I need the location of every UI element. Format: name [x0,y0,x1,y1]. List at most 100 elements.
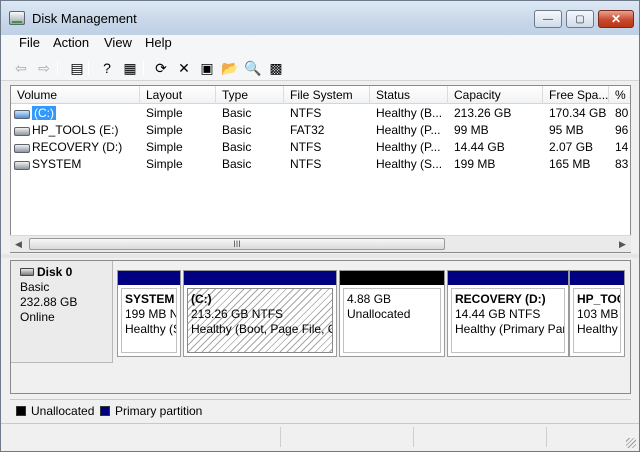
menu-bar: File Action View Help [1,35,639,55]
volume-fs-cell: NTFS [290,106,322,120]
disk-management-window: Disk Management — ▢ ✕ File Action View H… [0,0,640,452]
partition-size: 213.26 GB NTFS [191,307,284,321]
scrollbar-thumb[interactable]: III [29,238,445,250]
partition-details: (C:) 213.26 GB NTFS Healthy (Boot, Page Fi… [187,288,333,353]
volume-pct-cell: 14 [615,140,629,154]
horizontal-scrollbar[interactable]: ◀ III ▶ [10,235,631,252]
volume-icon [14,144,30,153]
legend-unallocated-swatch [16,406,26,416]
volume-layout-cell: Simple [146,106,183,120]
column-header-status[interactable]: Status [370,86,448,104]
partition-status: Healthy (Primary Partition) [455,322,564,336]
menu-help[interactable]: Help [145,35,172,50]
partition-size: 199 MB NTFS [125,307,176,321]
volume-name: RECOVERY (D:) [32,140,123,154]
pane-splitter[interactable] [1,254,639,258]
partition-block[interactable]: RECOVERY (D:) 14.44 GB NTFS Healthy (Prima… [447,270,569,357]
legend-primary-label: Primary partition [115,404,203,418]
search-icon[interactable]: 🔍 [243,58,263,78]
disk-0-info[interactable]: Disk 0 Basic 232.88 GB Online [11,261,113,363]
volume-free-cell: 170.34 GB [549,106,607,120]
back-arrow-icon: ⇦ [15,59,27,76]
volume-row[interactable]: RECOVERY (D:) Simple Basic NTFS Healthy (P..… [11,139,630,156]
partition-details: 4.88 GB Unallocated [343,288,441,353]
volume-free-cell: 2.07 GB [549,140,594,154]
column-header-file-system[interactable]: File System [284,86,370,104]
resize-grip[interactable] [626,438,636,448]
delete-icon[interactable]: ✕ [174,58,194,78]
properties-view-icon[interactable]: ▦ [120,58,140,78]
volume-pct-cell: 96 [615,123,629,137]
show-hide-console-tree-icon[interactable]: ▤ [67,58,87,78]
menu-file[interactable]: File [19,35,40,50]
toolbar-separator [88,60,89,76]
menu-action[interactable]: Action [53,35,89,50]
partition-name: SYSTEM [125,292,175,306]
disk-icon [20,268,34,276]
partition-status: Healthy (Primary Partition) [577,322,620,336]
volume-layout-cell: Simple [146,123,183,137]
column-header-type[interactable]: Type [216,86,284,104]
volume-capacity-cell: 14.44 GB [454,140,505,154]
properties-icon[interactable]: ▣ [197,58,217,78]
partition-status: Healthy (System, Active, Primary Partiti… [125,322,176,336]
partition-block[interactable]: (C:) 213.26 GB NTFS Healthy (Boot, Page Fi… [183,270,337,357]
volume-free-cell: 165 MB [549,157,591,171]
volume-icon [14,127,30,136]
minimize-button[interactable]: — [534,10,562,28]
scroll-right-arrow-icon[interactable]: ▶ [616,238,629,251]
volume-type-cell: Basic [222,123,252,137]
volume-status-cell: Healthy (S... [376,157,443,171]
volume-row[interactable]: SYSTEM Simple Basic NTFS Healthy (S... 199 MB… [11,156,630,173]
partition-details: SYSTEM199 MB NTFSHealthy (System, Active… [121,288,177,353]
volume-pct-cell: 83 [615,157,629,171]
partition-color-bar [184,271,336,285]
volume-status-cell: Healthy (B... [376,106,443,120]
volume-layout-cell: Simple [146,140,183,154]
column-header-volume[interactable]: Volume [11,86,140,104]
volume-pct-cell: 80 [615,106,629,120]
volume-icon [14,161,30,170]
column-header-free-space[interactable]: Free Spa... [543,86,609,104]
disk-size: 232.88 GB [20,295,78,309]
partition-block[interactable]: SYSTEM199 MB NTFSHealthy (System, Active… [117,270,181,357]
volume-name: (C:) [32,106,56,120]
scroll-left-arrow-icon[interactable]: ◀ [12,238,25,251]
refresh-icon[interactable]: ⟳ [151,58,171,78]
disk-type: Basic [20,280,50,294]
volume-name: HP_TOOLS (E:) [32,123,119,137]
partition-color-bar [448,271,568,285]
toolbar-separator [143,60,144,76]
close-button[interactable]: ✕ [598,10,634,28]
column-header-percent-free[interactable]: % F [609,86,630,104]
status-divider [280,427,281,447]
partition-size: 4.88 GB [347,292,392,306]
options-icon[interactable]: ▩ [266,58,286,78]
partition-unallocated[interactable]: 4.88 GB Unallocated [339,270,445,357]
help-icon[interactable]: ? [97,58,117,78]
partition-name: RECOVERY (D:) [455,292,546,306]
partition-size: 14.44 GB NTFS [455,307,541,321]
column-header-capacity[interactable]: Capacity [448,86,543,104]
forward-arrow-icon: ⇨ [38,59,50,76]
partition-status: Healthy (Boot, Page File, Crash Dump, Pr… [191,322,332,336]
volume-fs-cell: NTFS [290,140,322,154]
maximize-button[interactable]: ▢ [566,10,594,28]
volume-list: Volume Layout Type File System Status Ca… [10,85,631,253]
volume-row[interactable]: (C:) Simple Basic NTFS Healthy (B... 213.26 G… [11,105,630,122]
partition-details: RECOVERY (D:) 14.44 GB NTFS Healthy (Prima… [451,288,565,353]
partition-name: (C:) [191,292,212,306]
open-folder-icon[interactable]: 📂 [220,58,240,78]
column-header-layout[interactable]: Layout [140,86,216,104]
volume-layout-cell: Simple [146,157,183,171]
volume-fs-cell: FAT32 [290,123,325,137]
volume-type-cell: Basic [222,106,252,120]
disk-management-app-icon [9,11,25,25]
status-bar [1,423,639,451]
partition-status: Unallocated [347,307,411,321]
partition-block[interactable]: HP_TOOLS (E:)103 MB FAT32Healthy (Primar… [569,270,625,357]
title-bar[interactable]: Disk Management — ▢ ✕ [1,1,639,35]
window-title: Disk Management [32,11,137,26]
menu-view[interactable]: View [104,35,132,50]
volume-row[interactable]: HP_TOOLS (E:) Simple Basic FAT32 Healthy (P.… [11,122,630,139]
